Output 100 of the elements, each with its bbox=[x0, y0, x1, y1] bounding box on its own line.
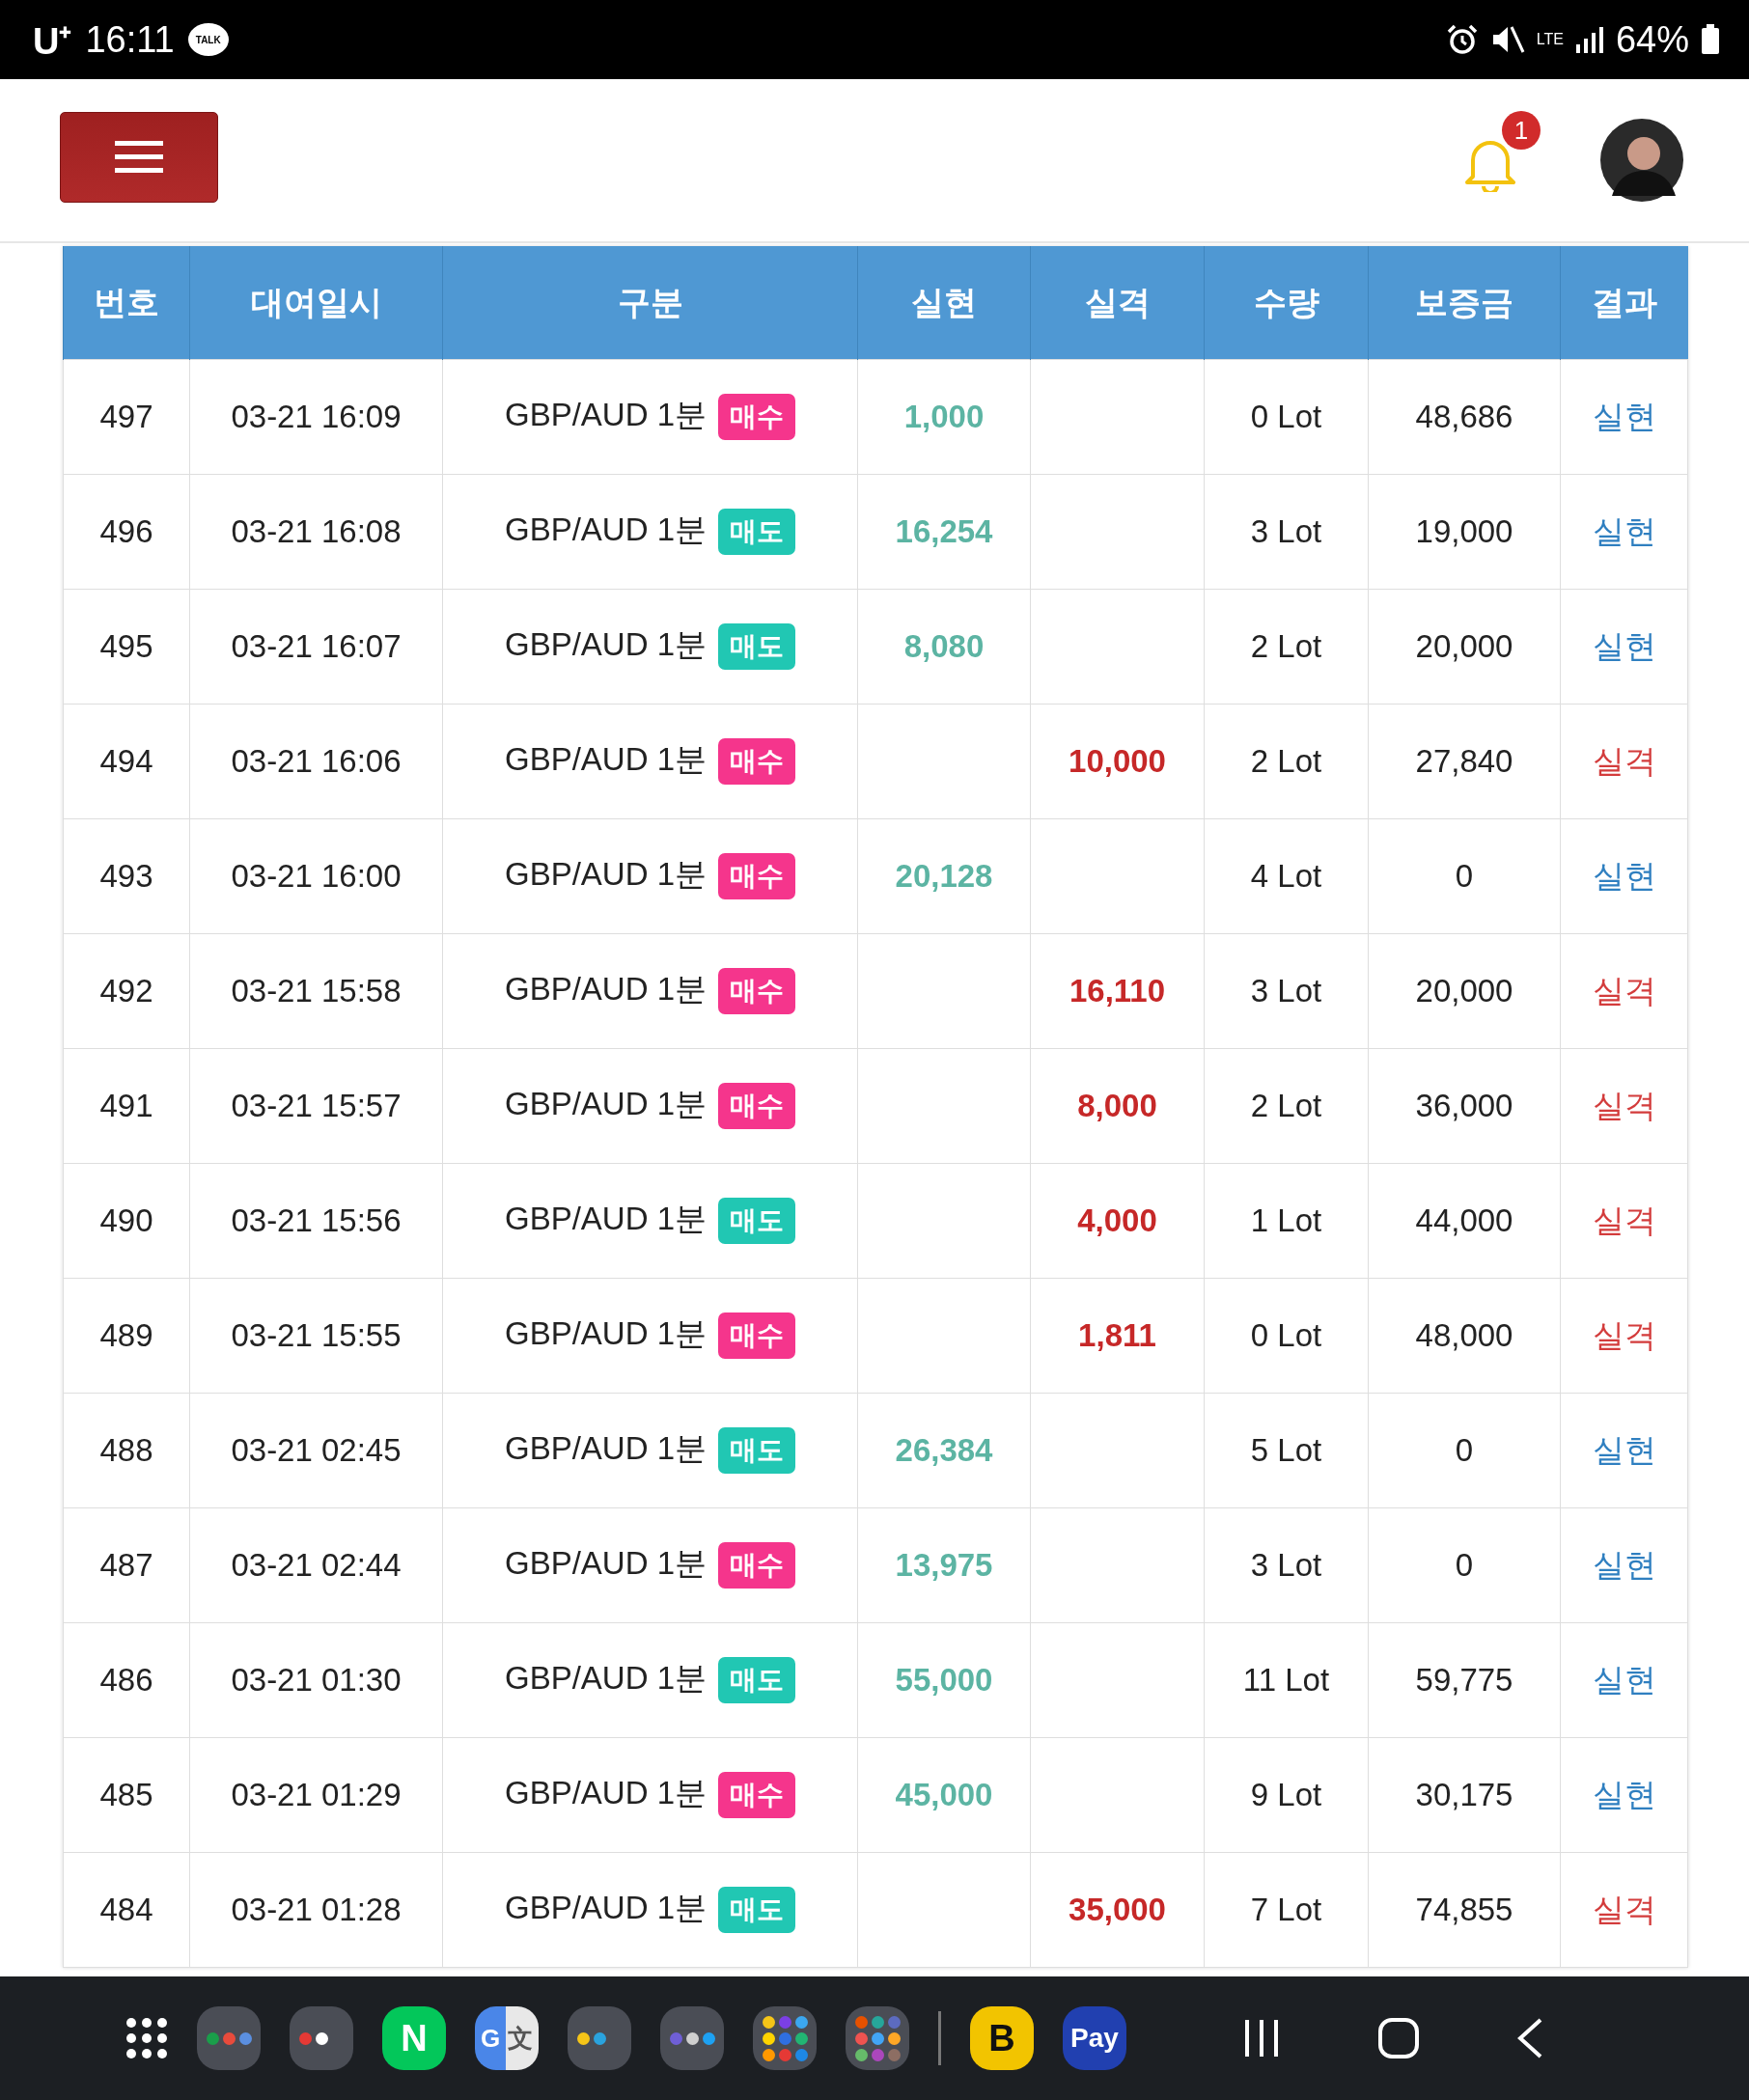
instrument-text: GBP/AUD 1분 bbox=[504, 740, 708, 777]
side-badge: 매수 bbox=[718, 1772, 796, 1819]
result-text: 실현 bbox=[1592, 1776, 1656, 1812]
app-drawer-icon[interactable] bbox=[125, 2017, 168, 2059]
deposit-amount: 20,000 bbox=[1415, 973, 1513, 1009]
notification-badge: 1 bbox=[1502, 111, 1541, 150]
app-folder-icon[interactable] bbox=[846, 2006, 909, 2070]
app-icon[interactable]: B bbox=[970, 2006, 1034, 2070]
instrument-text: GBP/AUD 1분 bbox=[504, 1889, 708, 1925]
result-text: 실격 bbox=[1592, 1891, 1656, 1927]
datetime-text: 03-21 01:28 bbox=[231, 1892, 402, 1927]
row-number: 494 bbox=[99, 743, 153, 779]
realized-amount: 1,000 bbox=[903, 399, 985, 434]
column-header: 결과 bbox=[1591, 283, 1657, 320]
instrument-text: GBP/AUD 1분 bbox=[504, 396, 708, 432]
deposit-amount: 48,686 bbox=[1415, 399, 1513, 434]
realized-amount: 45,000 bbox=[895, 1777, 993, 1812]
quantity-text: 1 Lot bbox=[1250, 1202, 1322, 1238]
app-folder-icon[interactable] bbox=[568, 2006, 631, 2070]
result-text: 실현 bbox=[1592, 1661, 1656, 1698]
menu-button[interactable] bbox=[60, 112, 218, 203]
instrument-text: GBP/AUD 1분 bbox=[504, 1659, 708, 1696]
datetime-text: 03-21 01:30 bbox=[231, 1662, 402, 1698]
datetime-text: 03-21 02:44 bbox=[231, 1547, 402, 1583]
realized-amount: 55,000 bbox=[895, 1662, 993, 1698]
side-badge: 매도 bbox=[718, 1198, 796, 1245]
menu-icon bbox=[115, 141, 163, 174]
column-header: 구분 bbox=[617, 283, 683, 320]
result-text: 실현 bbox=[1592, 1546, 1656, 1583]
instrument-text: GBP/AUD 1분 bbox=[504, 1544, 708, 1581]
realized-amount: 26,384 bbox=[895, 1432, 993, 1468]
quantity-text: 7 Lot bbox=[1250, 1892, 1322, 1927]
result-text: 실현 bbox=[1592, 512, 1656, 549]
row-number: 489 bbox=[99, 1317, 153, 1353]
user-avatar[interactable] bbox=[1600, 119, 1683, 202]
deposit-amount: 44,000 bbox=[1415, 1202, 1513, 1238]
translate-app-icon[interactable]: G 文 bbox=[475, 2006, 539, 2070]
side-badge: 매수 bbox=[718, 1312, 796, 1360]
realized-amount: 8,080 bbox=[903, 628, 985, 664]
instrument-text: GBP/AUD 1분 bbox=[504, 625, 708, 662]
result-text: 실격 bbox=[1592, 1087, 1656, 1123]
deposit-amount: 0 bbox=[1455, 1547, 1474, 1583]
quantity-text: 4 Lot bbox=[1250, 858, 1322, 894]
row-number: 497 bbox=[99, 399, 153, 434]
instrument-text: GBP/AUD 1분 bbox=[504, 970, 708, 1007]
column-header: 번호 bbox=[94, 283, 159, 320]
datetime-text: 03-21 16:07 bbox=[231, 628, 402, 664]
instrument-text: GBP/AUD 1분 bbox=[504, 1085, 708, 1121]
app-folder-icon[interactable] bbox=[753, 2006, 817, 2070]
side-badge: 매수 bbox=[718, 1542, 796, 1589]
side-badge: 매도 bbox=[718, 1887, 796, 1934]
quantity-text: 5 Lot bbox=[1250, 1432, 1322, 1468]
side-badge: 매도 bbox=[718, 1657, 796, 1704]
side-badge: 매도 bbox=[718, 623, 796, 671]
datetime-text: 03-21 16:06 bbox=[231, 743, 402, 779]
row-number: 492 bbox=[99, 973, 153, 1009]
instrument-text: GBP/AUD 1분 bbox=[504, 511, 708, 547]
realized-amount: 20,128 bbox=[895, 858, 993, 894]
back-button[interactable] bbox=[1516, 2017, 1543, 2059]
quantity-text: 0 Lot bbox=[1250, 399, 1322, 434]
quantity-text: 9 Lot bbox=[1250, 1777, 1322, 1812]
result-text: 실현 bbox=[1592, 857, 1656, 894]
deposit-amount: 48,000 bbox=[1415, 1317, 1513, 1353]
clock-text: 16:11 bbox=[85, 18, 175, 61]
app-folder-icon[interactable] bbox=[660, 2006, 724, 2070]
column-header: 실격 bbox=[1084, 283, 1151, 320]
recent-apps-button[interactable] bbox=[1242, 2018, 1281, 2059]
quantity-text: 11 Lot bbox=[1242, 1662, 1330, 1698]
column-header: 실현 bbox=[911, 283, 977, 320]
datetime-text: 03-21 02:45 bbox=[231, 1432, 402, 1468]
side-badge: 매도 bbox=[718, 1427, 796, 1475]
disqualified-amount: 8,000 bbox=[1077, 1088, 1157, 1123]
column-header: 보증금 bbox=[1415, 283, 1513, 320]
result-text: 실격 bbox=[1592, 972, 1656, 1009]
carrier-text: U⁺ bbox=[33, 20, 72, 64]
app-icon[interactable]: Pay bbox=[1063, 2006, 1126, 2070]
quantity-text: 2 Lot bbox=[1250, 1088, 1322, 1123]
realized-amount: 16,254 bbox=[895, 513, 993, 549]
deposit-amount: 0 bbox=[1455, 858, 1474, 894]
battery-icon bbox=[1701, 24, 1720, 55]
alarm-icon bbox=[1445, 23, 1479, 56]
datetime-text: 03-21 01:29 bbox=[231, 1777, 402, 1812]
datetime-text: 03-21 16:09 bbox=[231, 399, 402, 434]
disqualified-amount: 16,110 bbox=[1069, 973, 1166, 1009]
result-text: 실격 bbox=[1592, 742, 1656, 779]
network-type-text: LTE bbox=[1536, 32, 1564, 47]
deposit-amount: 20,000 bbox=[1415, 628, 1513, 664]
quantity-text: 2 Lot bbox=[1250, 628, 1322, 664]
instrument-text: GBP/AUD 1분 bbox=[504, 1429, 708, 1466]
datetime-text: 03-21 16:00 bbox=[231, 858, 402, 894]
result-text: 실현 bbox=[1592, 398, 1656, 434]
datetime-text: 03-21 15:55 bbox=[231, 1317, 402, 1353]
row-number: 493 bbox=[99, 858, 153, 894]
row-number: 485 bbox=[99, 1777, 153, 1812]
column-header: 대여일시 bbox=[250, 283, 382, 320]
app-folder-icon[interactable] bbox=[290, 2006, 353, 2070]
side-badge: 매수 bbox=[718, 853, 796, 900]
home-button[interactable] bbox=[1377, 2017, 1420, 2059]
disqualified-amount: 35,000 bbox=[1069, 1892, 1166, 1927]
deposit-amount: 30,175 bbox=[1415, 1777, 1513, 1812]
